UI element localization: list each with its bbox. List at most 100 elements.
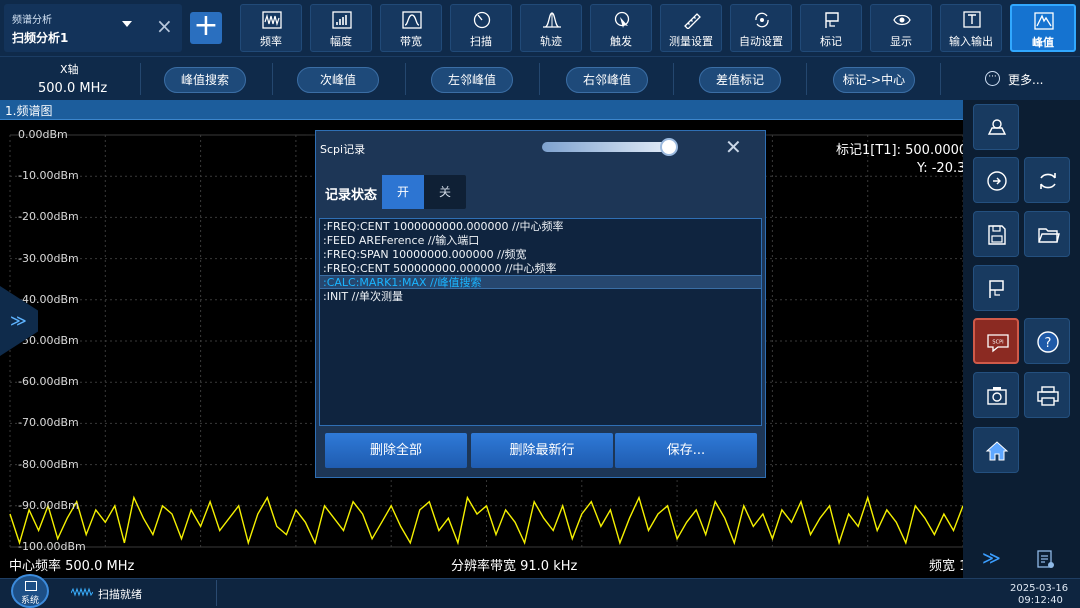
add-mode-button[interactable]: + — [190, 11, 222, 44]
center-frequency-readout[interactable]: 中心频率 500.0 MHz — [9, 555, 134, 574]
tab-label: 输入输出 — [949, 35, 993, 48]
next-peak-button[interactable]: 次峰值 — [297, 67, 379, 93]
delete-latest-button[interactable]: 删除最新行 — [471, 433, 613, 468]
log-line[interactable]: :INIT //单次测量 — [320, 290, 761, 304]
refresh-button[interactable] — [1024, 157, 1070, 203]
double-chevron-right-icon: ≫ — [10, 311, 27, 330]
pane-title-bar: 1.频谱图 — [0, 100, 963, 120]
divider — [539, 63, 540, 95]
toggle-off[interactable]: 关 — [424, 175, 466, 209]
marker-icon — [825, 12, 839, 28]
delta-marker-button[interactable]: 差值标记 — [699, 67, 781, 93]
slider-knob[interactable] — [660, 138, 678, 156]
divider — [272, 63, 273, 95]
scpi-icon: SCPI — [987, 334, 1009, 353]
log-line-selected[interactable]: :CALC:MARK1:MAX //峰值搜索 — [320, 275, 761, 289]
tab-peak[interactable]: 峰值 — [1010, 4, 1076, 52]
peak-subtoolbar: X轴 500.0 MHz 峰值搜索 次峰值 左邻峰值 右邻峰值 差值标记 标记-… — [0, 56, 1080, 100]
log-line[interactable]: :FREQ:CENT 500000000.000000 //中心频率 — [320, 262, 761, 276]
y-tick-label: -100.00dBm — [18, 540, 86, 553]
tab-trace[interactable]: 轨迹 — [520, 4, 582, 52]
divider — [216, 580, 217, 606]
tab-label: 触发 — [610, 35, 632, 48]
log-line[interactable]: :FREQ:CENT 1000000000.000000 //中心频率 — [320, 220, 761, 234]
log-line[interactable]: :FREQ:SPAN 10000000.000000 //频宽 — [320, 248, 761, 262]
tab-measure-setup[interactable]: 测量设置 — [660, 4, 722, 52]
status-time: 09:12:40 — [1018, 595, 1063, 606]
pane-title: 1.频谱图 — [5, 104, 53, 118]
tab-label: 自动设置 — [739, 35, 783, 48]
scpi-record-button[interactable]: SCPI — [973, 318, 1019, 364]
divider — [140, 63, 141, 95]
transparency-slider[interactable] — [542, 142, 674, 152]
delete-all-button[interactable]: 删除全部 — [325, 433, 467, 468]
system-icon — [25, 581, 37, 591]
tab-label: 标记 — [820, 35, 842, 48]
marker-to-center-button[interactable]: 标记->中心 — [833, 67, 915, 93]
marker-flag-button[interactable] — [973, 265, 1019, 311]
more-icon[interactable]: ··· — [985, 71, 1000, 86]
save-state-button[interactable] — [973, 211, 1019, 257]
span-readout[interactable]: 频宽 1 — [929, 555, 967, 574]
input-output-icon — [963, 11, 981, 28]
home-icon — [985, 441, 1009, 461]
marker-readout: 标记1[T1]: 500.0000 — [836, 143, 968, 158]
amplitude-icon — [332, 11, 352, 29]
log-line[interactable]: :FEED AREFerence //输入端口 — [320, 234, 761, 248]
save-icon — [988, 225, 1006, 245]
status-date: 2025-03-16 — [1010, 583, 1069, 594]
chevron-down-icon[interactable] — [122, 21, 132, 27]
tab-label: 带宽 — [400, 35, 422, 48]
tab-bandwidth[interactable]: 带宽 — [380, 4, 442, 52]
tab-amplitude[interactable]: 幅度 — [310, 4, 372, 52]
tab-auto-setup[interactable]: 自动设置 — [730, 4, 792, 52]
record-toggle[interactable]: 开 关 — [382, 175, 466, 209]
peak-left-button[interactable]: 左邻峰值 — [431, 67, 513, 93]
tab-sweep[interactable]: 扫描 — [450, 4, 512, 52]
tab-label: 显示 — [890, 35, 912, 48]
tab-trigger[interactable]: 触发 — [590, 4, 652, 52]
close-icon[interactable]: ✕ — [725, 137, 742, 157]
open-file-button[interactable] — [1024, 211, 1070, 257]
tab-input-output[interactable]: 输入输出 — [940, 4, 1002, 52]
marker-y-readout: Y: -20.3 — [917, 161, 966, 176]
recall-button[interactable] — [973, 157, 1019, 203]
record-state-label: 记录状态 — [325, 188, 378, 203]
print-button[interactable] — [1024, 372, 1070, 418]
screenshot-button[interactable] — [973, 372, 1019, 418]
help-button[interactable]: ? — [1024, 318, 1070, 364]
measure-setup-icon — [684, 13, 701, 29]
trace-icon — [543, 12, 561, 28]
home-button[interactable] — [973, 427, 1019, 473]
scpi-log-list[interactable]: :FREQ:CENT 1000000000.000000 //中心频率 :FEE… — [319, 218, 762, 426]
tab-label: 扫描 — [470, 35, 492, 48]
y-tick-label: -90.00dBm — [18, 498, 79, 512]
more-button[interactable]: 更多... — [1008, 71, 1043, 88]
log-settings-icon[interactable] — [1036, 548, 1056, 570]
save-log-button[interactable]: 保存... — [615, 433, 757, 468]
circle-arrow-icon — [987, 171, 1007, 191]
close-icon[interactable]: × — [156, 16, 173, 36]
rbw-readout[interactable]: 分辨率带宽 91.0 kHz — [451, 555, 577, 574]
y-tick-label: -30.00dBm — [18, 251, 79, 265]
dialog-header: Scpi记录 ✕ — [316, 131, 765, 165]
mode-selector[interactable]: 频谱分析 扫频分析1 × — [4, 4, 182, 52]
tab-label: 峰值 — [1032, 36, 1054, 49]
x-axis-value[interactable]: 500.0 MHz — [38, 81, 107, 96]
system-button[interactable]: 系统 — [11, 574, 49, 608]
preset-button[interactable] — [973, 104, 1019, 150]
divider — [940, 63, 941, 95]
toggle-on[interactable]: 开 — [382, 175, 424, 209]
scan-state-icon — [71, 587, 93, 597]
tab-display[interactable]: 显示 — [870, 4, 932, 52]
peak-right-button[interactable]: 右邻峰值 — [566, 67, 648, 93]
double-chevron-right-icon[interactable]: ≫ — [982, 548, 1001, 569]
status-bar — [0, 578, 1080, 608]
x-axis-label: X轴 — [60, 63, 79, 76]
peak-search-button[interactable]: 峰值搜索 — [164, 67, 246, 93]
right-quick-panel: SCPI ? — [963, 100, 1080, 578]
printer-icon — [1037, 386, 1059, 406]
help-icon: ? — [1037, 331, 1059, 353]
tab-marker[interactable]: 标记 — [800, 4, 862, 52]
tab-frequency[interactable]: 频率 — [240, 4, 302, 52]
